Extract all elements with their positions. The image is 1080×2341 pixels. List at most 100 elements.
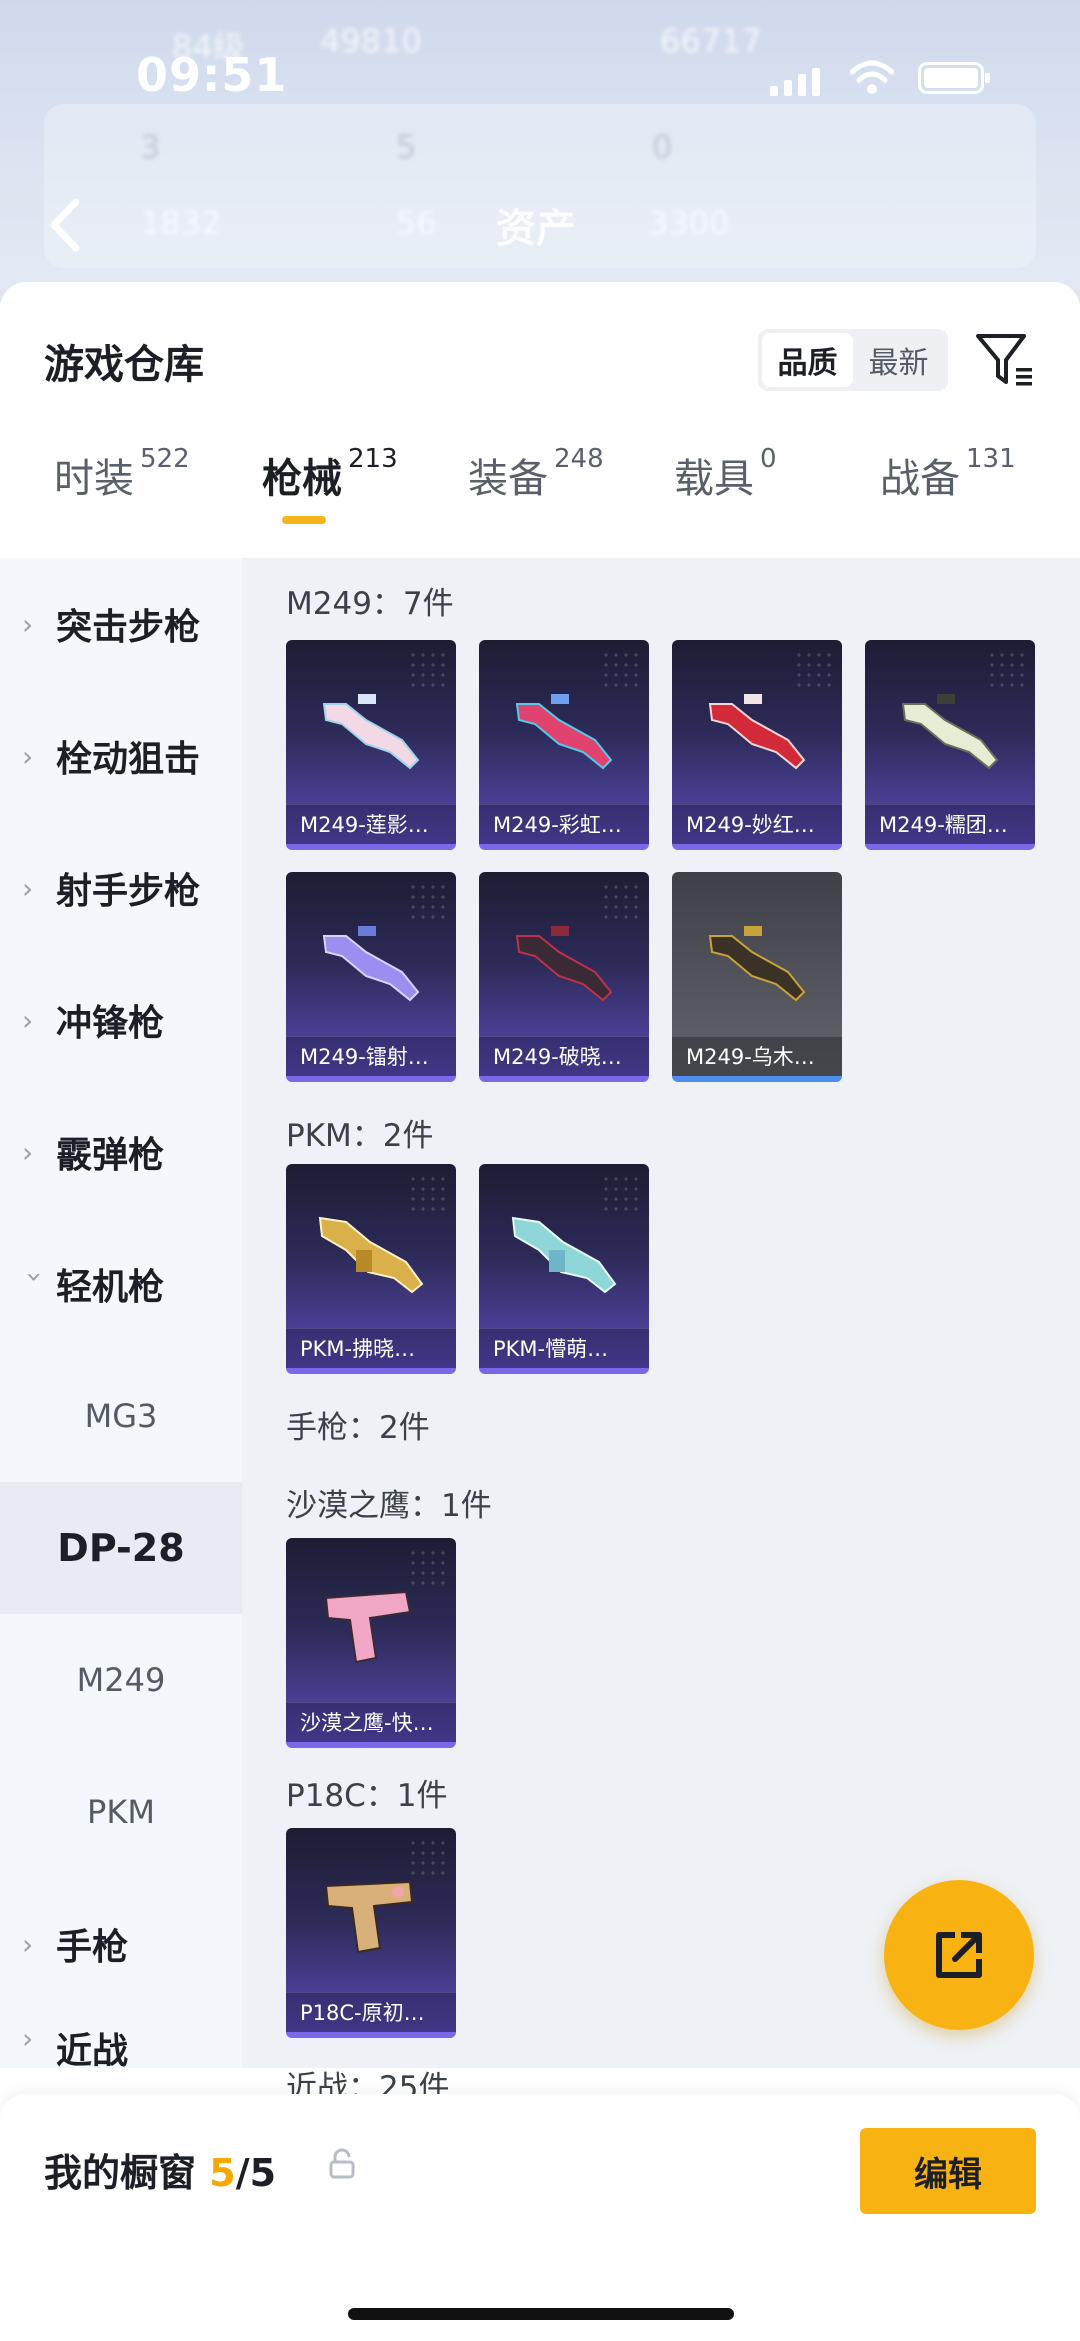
- tab-fashion[interactable]: 时装 522: [54, 444, 190, 504]
- share-button[interactable]: [884, 1880, 1034, 2030]
- back-icon[interactable]: [40, 190, 90, 260]
- group-title-pistol: 手枪：2件: [286, 1410, 430, 1446]
- sidebar-item-assault-rifle[interactable]: › 突击步枪: [0, 558, 242, 690]
- item-card[interactable]: M249-镭射…: [286, 872, 456, 1082]
- weapon-image: [708, 926, 806, 1002]
- sidebar-subitem-m249[interactable]: M249: [0, 1614, 242, 1746]
- sidebar-item-marksman-rifle[interactable]: › 射手步枪: [0, 822, 242, 954]
- sidebar-item-smg[interactable]: › 冲锋枪: [0, 954, 242, 1086]
- sidebar-subitem-mg3[interactable]: MG3: [0, 1350, 242, 1482]
- external-link-icon: [936, 1932, 982, 1978]
- item-name: M249-妙红…: [672, 804, 842, 844]
- weapon-image: [324, 1880, 414, 1954]
- sidebar-subitem-dp28[interactable]: DP-28: [0, 1482, 242, 1614]
- sidebar-item-label: 冲锋枪: [56, 1003, 165, 1044]
- showcase-title: 我的橱窗: [44, 2151, 197, 2195]
- tab-vehicles[interactable]: 载具 0: [674, 444, 777, 504]
- showcase-total-count: /5: [235, 2151, 277, 2195]
- battery-icon: [918, 62, 990, 94]
- tab-label: 战备: [880, 456, 960, 502]
- tab-equipment[interactable]: 装备 248: [468, 444, 604, 504]
- item-name: M249-彩虹…: [479, 804, 649, 844]
- stat-row2-b: 5: [396, 128, 417, 166]
- item-card[interactable]: 沙漠之鹰-快…: [286, 1538, 456, 1748]
- showcase-label: 我的橱窗 5/5: [44, 2142, 276, 2197]
- stat-row2-c: 0: [652, 128, 673, 166]
- sidebar-item-label: 射手步枪: [56, 871, 201, 912]
- item-card[interactable]: M249-妙红…: [672, 640, 842, 850]
- item-name: P18C-原初…: [286, 1992, 456, 2032]
- weapon-image: [322, 926, 420, 1002]
- sidebar-item-melee[interactable]: › 近战: [0, 2010, 242, 2072]
- sidebar-item-label: 手枪: [56, 1927, 129, 1968]
- sidebar-item-shotgun[interactable]: › 霰弹枪: [0, 1086, 242, 1218]
- item-card[interactable]: PKM-懵萌…: [479, 1164, 649, 1374]
- chevron-right-icon: ›: [22, 739, 34, 773]
- home-indicator: [348, 2308, 734, 2320]
- item-name: M249-糯团…: [865, 804, 1035, 844]
- item-name: M249-莲影…: [286, 804, 456, 844]
- edit-button[interactable]: 编辑: [860, 2128, 1036, 2214]
- tab-count: 0: [760, 444, 777, 474]
- filter-icon[interactable]: [972, 328, 1036, 392]
- sidebar-item-bolt-sniper[interactable]: › 栓动狙击: [0, 690, 242, 822]
- weapon-image: [515, 694, 613, 770]
- sidebar-item-label: 轻机枪: [56, 1267, 165, 1308]
- sidebar-item-label: 突击步枪: [56, 607, 201, 648]
- item-card[interactable]: M249-乌木…: [672, 872, 842, 1082]
- tab-count: 248: [554, 444, 604, 474]
- weapon-image: [708, 694, 806, 770]
- showcase-bar: 我的橱窗 5/5 编辑: [0, 2094, 1080, 2341]
- sidebar-item-lmg[interactable]: › 轻机枪: [0, 1218, 242, 1350]
- item-name: PKM-拂晓…: [286, 1328, 456, 1368]
- sidebar-item-label: 栓动狙击: [56, 739, 201, 780]
- wifi-icon: [850, 60, 894, 94]
- sidebar-item-label: 霰弹枪: [56, 1135, 165, 1176]
- chevron-right-icon: ›: [22, 1135, 34, 1169]
- sidebar-item-label: 近战: [56, 2031, 129, 2072]
- tab-label: 载具: [674, 456, 754, 502]
- stat-row3-c: 3300: [648, 204, 730, 242]
- signal-icon: [770, 66, 820, 96]
- item-card[interactable]: PKM-拂晓…: [286, 1164, 456, 1374]
- page-title: 资产: [496, 206, 576, 252]
- weapon-image: [511, 1216, 617, 1294]
- sidebar-subitem-pkm[interactable]: PKM: [0, 1746, 242, 1878]
- tab-supplies[interactable]: 战备 131: [880, 444, 1016, 504]
- category-tabs: 时装 522 枪械 213 装备 248 载具 0 战备 131: [0, 432, 1080, 532]
- chevron-right-icon: ›: [22, 1927, 34, 1961]
- showcase-used-count: 5: [209, 2151, 236, 2195]
- weapon-image: [324, 1590, 412, 1664]
- item-card[interactable]: M249-破晓…: [479, 872, 649, 1082]
- sort-quality-button[interactable]: 品质: [762, 333, 853, 387]
- item-name: M249-破晓…: [479, 1036, 649, 1076]
- sheet-title: 游戏仓库: [44, 342, 204, 388]
- item-name: M249-乌木…: [672, 1036, 842, 1076]
- item-name: M249-镭射…: [286, 1036, 456, 1076]
- item-card[interactable]: M249-彩虹…: [479, 640, 649, 850]
- tab-count: 213: [348, 444, 398, 474]
- weapon-image: [901, 694, 999, 770]
- stat-row3-a: 1832: [140, 204, 222, 242]
- item-name: PKM-懵萌…: [479, 1328, 649, 1368]
- item-name: 沙漠之鹰-快…: [286, 1702, 456, 1742]
- chevron-right-icon: ›: [22, 1003, 34, 1037]
- sort-newest-button[interactable]: 最新: [853, 333, 944, 387]
- item-card[interactable]: M249-莲影…: [286, 640, 456, 850]
- weapon-image: [322, 694, 420, 770]
- weapon-image: [318, 1216, 424, 1294]
- tab-label: 时装: [54, 456, 134, 502]
- active-tab-indicator: [282, 516, 326, 524]
- stat-row3-b: 56: [396, 204, 437, 242]
- sort-segmented-control: 品质 最新: [758, 329, 948, 391]
- chevron-right-icon: ›: [22, 607, 34, 641]
- tab-label: 枪械: [262, 456, 342, 502]
- tab-count: 131: [966, 444, 1016, 474]
- item-card[interactable]: M249-糯团…: [865, 640, 1035, 850]
- item-card[interactable]: P18C-原初…: [286, 1828, 456, 2038]
- sidebar-item-pistol[interactable]: › 手枪: [0, 1878, 242, 2010]
- tab-firearms[interactable]: 枪械 213: [262, 444, 398, 504]
- lock-icon: [329, 2148, 355, 2179]
- group-title-m249: M249：7件: [286, 586, 454, 622]
- status-time: 09:51: [136, 48, 288, 102]
